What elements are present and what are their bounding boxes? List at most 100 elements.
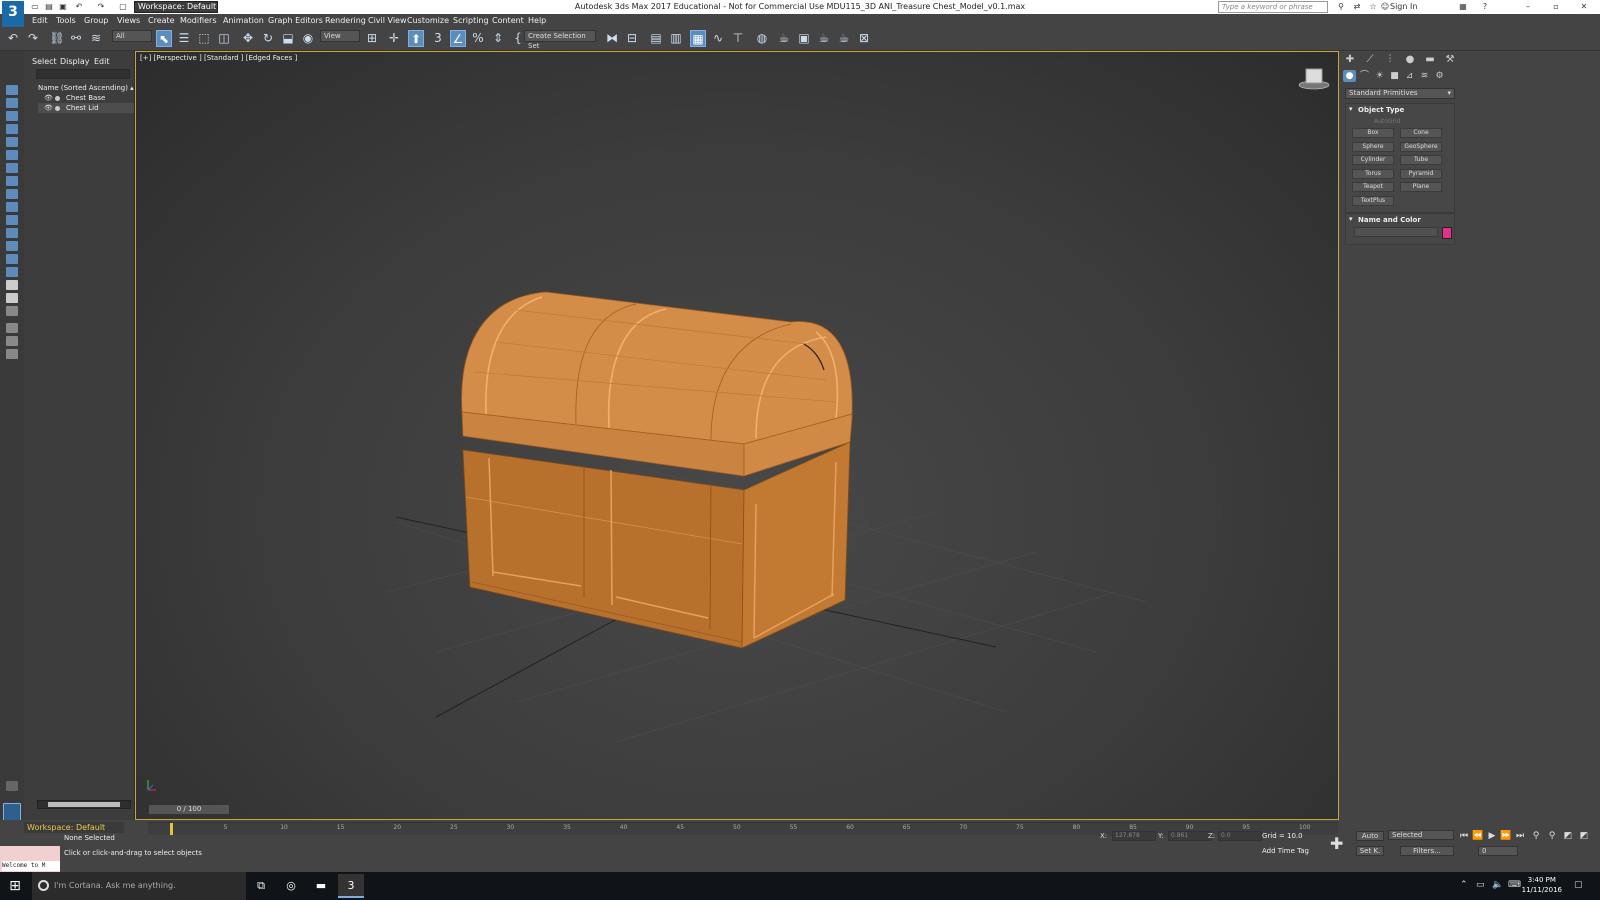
menu-animation[interactable]: Animation: [223, 14, 264, 27]
select-none-icon[interactable]: [6, 98, 18, 108]
select-by-name-icon[interactable]: ☰: [176, 30, 192, 47]
task-view-icon[interactable]: ⧉: [248, 874, 274, 898]
display-containers-icon[interactable]: [6, 241, 18, 251]
add-key-icon[interactable]: ✚: [1330, 836, 1343, 852]
filters-button[interactable]: Filters...: [1400, 846, 1454, 856]
angle-snap-icon[interactable]: ∠: [450, 30, 466, 47]
display-frozen-icon[interactable]: [6, 254, 18, 264]
close-icon[interactable]: ✕: [1572, 0, 1596, 14]
torus-button[interactable]: Torus: [1352, 169, 1394, 179]
rotate-icon[interactable]: ↻: [260, 30, 276, 47]
render-production-icon[interactable]: ☕: [816, 30, 832, 47]
current-frame-field[interactable]: 0: [1478, 846, 1518, 856]
snaps-toggle-icon[interactable]: 3: [430, 30, 446, 47]
z-coord-field[interactable]: 0.0: [1218, 831, 1262, 841]
previous-frame-icon[interactable]: ⏪: [1472, 830, 1484, 842]
sphere-button[interactable]: Sphere: [1352, 142, 1394, 152]
explorer-tab-display[interactable]: Display: [60, 57, 90, 66]
named-selection-dropdown[interactable]: Create Selection Set: [524, 30, 596, 50]
sign-in-link[interactable]: Sign In: [1390, 0, 1417, 14]
select-object-icon[interactable]: ⬉: [156, 30, 172, 47]
go-to-start-icon[interactable]: ⏮: [1458, 830, 1470, 842]
select-all-icon[interactable]: [6, 85, 18, 95]
menu-group[interactable]: Group: [84, 14, 108, 27]
percent-snap-icon[interactable]: %: [470, 30, 486, 47]
expand-arrow-icon[interactable]: [6, 781, 18, 791]
menu-tools[interactable]: Tools: [56, 14, 76, 27]
display-all-icon[interactable]: [6, 280, 18, 290]
shapes-icon[interactable]: ⌒: [1358, 70, 1371, 82]
maxscript-listener[interactable]: Welcome to M: [0, 846, 60, 872]
display-cameras-icon[interactable]: [6, 163, 18, 173]
zoom-extents-icon[interactable]: ◩: [1562, 830, 1574, 842]
visibility-eye-icon[interactable]: 👁: [44, 103, 53, 113]
3ds-max-taskbar-icon[interactable]: 3: [338, 874, 364, 898]
display-tab-icon[interactable]: ▬: [1423, 54, 1437, 66]
scene-explorer-icon[interactable]: ▤: [648, 30, 664, 47]
scrollbar-thumb[interactable]: [48, 802, 120, 807]
chrome-icon[interactable]: ◎: [278, 874, 304, 898]
undo-icon[interactable]: ↶: [74, 1, 84, 12]
maximize-icon[interactable]: ▫: [1544, 0, 1568, 14]
menu-rendering[interactable]: Rendering: [325, 14, 366, 27]
reference-coordinate-dropdown[interactable]: View: [320, 30, 360, 42]
move-icon[interactable]: ✥: [240, 30, 256, 47]
exchange-icon[interactable]: ⇄: [1352, 1, 1362, 12]
star-icon[interactable]: ☆: [1368, 1, 1378, 12]
hierarchy-tab-icon[interactable]: ⫶: [1383, 54, 1397, 66]
textplus-button[interactable]: TextPlus: [1352, 196, 1394, 206]
redo-icon[interactable]: ↷: [96, 1, 106, 12]
workspace-dropdown[interactable]: Workspace: Default: [134, 1, 218, 13]
lights-icon[interactable]: ☀: [1373, 70, 1386, 82]
network-icon[interactable]: ▭: [1476, 880, 1485, 890]
set-key-button[interactable]: Set K.: [1356, 846, 1384, 856]
spinner-snap-icon[interactable]: ⇕: [490, 30, 506, 47]
selection-filter-dropdown[interactable]: All: [112, 30, 152, 42]
explorer-horizontal-scrollbar[interactable]: [37, 800, 131, 809]
display-groups-icon[interactable]: [6, 202, 18, 212]
filter-icon[interactable]: [6, 336, 18, 346]
explorer-column-header[interactable]: Name (Sorted Ascending) ▴ Froz: [38, 84, 134, 92]
pyramid-button[interactable]: Pyramid: [1400, 169, 1442, 179]
layer-explorer-icon[interactable]: ▥: [668, 30, 684, 47]
menu-customize[interactable]: Customize: [407, 14, 449, 27]
windows-start-icon[interactable]: ⊞: [0, 872, 30, 900]
object-name-field[interactable]: [1354, 227, 1438, 237]
utilities-tab-icon[interactable]: ⚒: [1443, 54, 1457, 66]
render-setup-icon[interactable]: ☕: [776, 30, 792, 47]
auto-key-button[interactable]: Auto: [1356, 831, 1384, 841]
menu-content[interactable]: Content: [492, 14, 524, 27]
file-explorer-icon[interactable]: ▬: [308, 874, 334, 898]
key-filter-dropdown[interactable]: Selected: [1388, 830, 1454, 840]
menu-scripting[interactable]: Scripting: [453, 14, 489, 27]
align-icon[interactable]: ⊟: [624, 30, 640, 47]
undo-icon[interactable]: ↶: [5, 30, 21, 47]
explorer-search-input[interactable]: [36, 69, 130, 79]
find-icon[interactable]: [6, 349, 18, 359]
tray-chevron-icon[interactable]: ⌃: [1460, 880, 1468, 890]
menu-civil-view[interactable]: Civil View: [368, 14, 407, 27]
menu-help[interactable]: Help: [528, 14, 546, 27]
name-and-color-title[interactable]: Name and Color: [1346, 214, 1454, 226]
toggle-ribbon-icon[interactable]: ▦: [690, 30, 706, 47]
geometry-icon[interactable]: ●: [1343, 70, 1356, 82]
binoculars-icon[interactable]: ⚲: [1336, 1, 1346, 12]
play-icon[interactable]: ▶: [1486, 830, 1498, 842]
schematic-view-icon[interactable]: ⊤: [730, 30, 746, 47]
help-icon[interactable]: ?: [1480, 1, 1490, 12]
create-tab-icon[interactable]: ✚: [1343, 54, 1357, 66]
new-file-icon[interactable]: ▭: [30, 1, 40, 12]
redo-icon[interactable]: ↷: [25, 30, 41, 47]
render-iterative-icon[interactable]: ☕: [836, 30, 852, 47]
pivot-center-icon[interactable]: ⊞: [364, 30, 380, 47]
explorer-row-chest-lid[interactable]: 👁 Chest Lid: [38, 103, 134, 113]
workspace-label[interactable]: Workspace: Default: [24, 822, 124, 833]
menu-modifiers[interactable]: Modifiers: [180, 14, 217, 27]
cortana-search-box[interactable]: I'm Cortana. Ask me anything.: [32, 872, 246, 900]
display-xrefs-icon[interactable]: [6, 215, 18, 225]
invert-selection-icon[interactable]: [6, 111, 18, 121]
keyboard-shortcut-override-icon[interactable]: ⬆: [408, 30, 424, 47]
explorer-tab-select[interactable]: Select: [32, 57, 57, 66]
sync-selection-icon[interactable]: [6, 323, 18, 333]
explorer-tab-edit[interactable]: Edit: [94, 57, 110, 66]
